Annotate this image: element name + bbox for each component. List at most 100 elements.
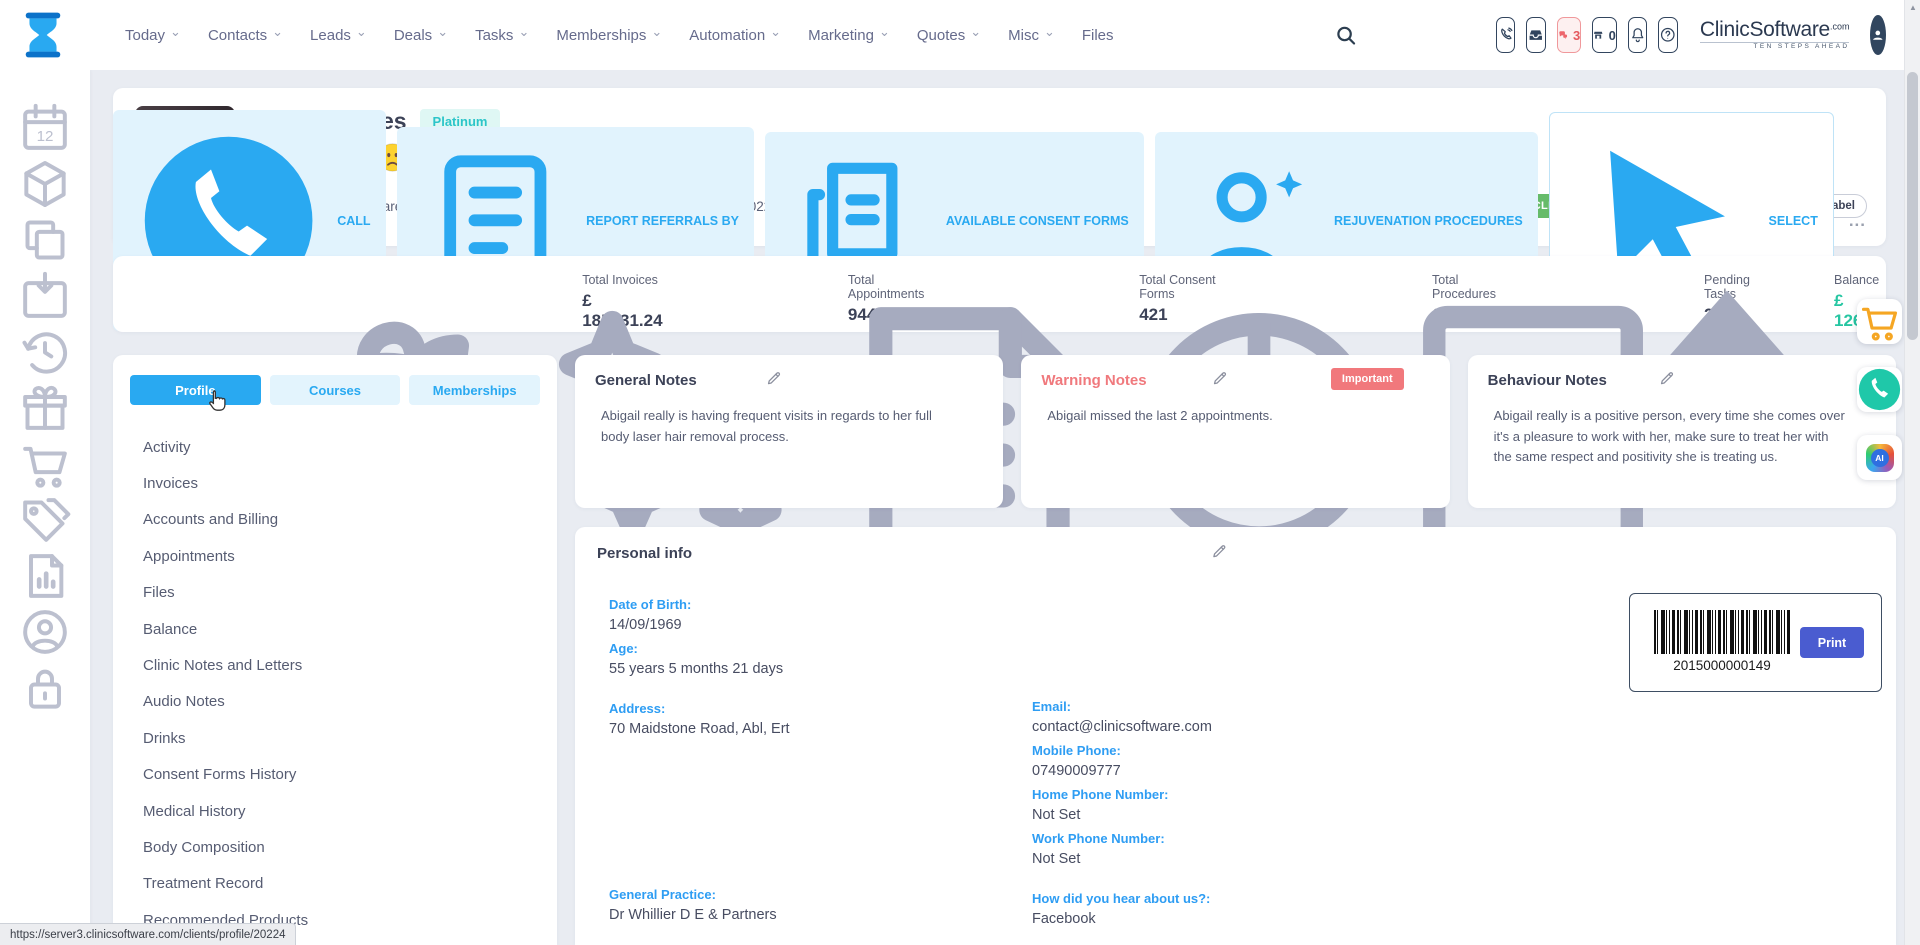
more-options-button[interactable]: ... [1849, 218, 1866, 224]
ai-assistant-button[interactable]: AI [1857, 435, 1902, 480]
report-icon[interactable] [0, 548, 90, 604]
tags-icon[interactable] [0, 492, 90, 548]
print-barcode-button[interactable]: Print [1800, 627, 1864, 658]
action-button-label: REJUVENATION PROCEDURES [1334, 214, 1523, 228]
profile-menu-item[interactable]: Medical History [113, 793, 557, 829]
whatsapp-button[interactable] [1857, 367, 1902, 412]
profile-menu-item[interactable]: Drinks [113, 720, 557, 756]
copy-icon[interactable] [0, 212, 90, 268]
user-avatar-button[interactable] [1870, 15, 1886, 55]
quick-cart-button[interactable] [1857, 299, 1902, 344]
profile-menu-item[interactable]: Treatment Record [113, 866, 557, 902]
nav-menu-item[interactable]: Memberships⌄ [556, 27, 662, 44]
svg-text:12: 12 [37, 128, 54, 145]
scrollbar-thumb[interactable] [1907, 72, 1918, 340]
package-icon[interactable] [0, 156, 90, 212]
profile-menu-item[interactable]: Appointments [113, 538, 557, 574]
nav-menu-label: Quotes [917, 27, 965, 44]
chevron-down-icon: ⌄ [879, 29, 890, 35]
clinicsoftware-hourglass-logo[interactable] [15, 7, 71, 63]
info-field: Email: contact@clinicsoftware.com [1032, 699, 1212, 743]
profile-menu-item[interactable]: Files [113, 575, 557, 611]
profile-menu-item[interactable]: Activity [113, 429, 557, 465]
search-icon[interactable] [1215, 23, 1476, 47]
phone-icon [1497, 26, 1515, 44]
edit-pencil-icon[interactable] [559, 542, 1880, 560]
user-privacy-icon[interactable] [0, 604, 90, 660]
user-icon [1870, 27, 1886, 43]
profile-menu-item[interactable]: Accounts and Billing [113, 502, 557, 538]
calendar-12-icon[interactable]: 12 [0, 100, 90, 156]
client-barcode-box: 2015000000149 Print [1629, 593, 1882, 692]
nav-menu-label: Marketing [808, 27, 874, 44]
inbox-button[interactable] [1526, 17, 1546, 53]
profile-menu-item[interactable]: Balance [113, 611, 557, 647]
shop-button[interactable]: 0 [1592, 17, 1617, 53]
note-body: Abigail really is a positive person, eve… [1488, 406, 1876, 468]
chevron-down-icon: ⌄ [770, 29, 781, 35]
info-field-label: General Practice: [609, 887, 790, 907]
edit-pencil-icon[interactable] [1006, 369, 1434, 387]
brand-suffix: .com [1830, 22, 1850, 32]
dialer-button[interactable] [1496, 17, 1516, 53]
lock-icon[interactable] [0, 660, 90, 716]
clinicsoftware-app: Today⌄ Contacts⌄ Leads⌄ Deals⌄ Tasks⌄ Me… [0, 0, 1920, 945]
info-field: General Practice: Dr Whillier D E & Part… [609, 887, 790, 931]
profile-tab[interactable]: Profile [130, 375, 261, 405]
chevron-down-icon: ⌄ [1044, 29, 1055, 35]
nav-menu-label: Today [125, 27, 165, 44]
nav-menu-item[interactable]: Leads⌄ [310, 27, 367, 44]
nav-menu-item[interactable]: Quotes⌄ [917, 27, 981, 44]
profile-menu-item[interactable]: Invoices [113, 465, 557, 501]
hourglass-logo-icon [15, 7, 71, 63]
action-button-label: AVAILABLE CONSENT FORMS [946, 214, 1129, 228]
shop-count-badge: 0 [1609, 28, 1616, 43]
profile-menu: Activity Invoices Accounts and Billing A… [113, 417, 557, 938]
inbox-icon [1527, 26, 1545, 44]
cart-icon[interactable] [0, 436, 90, 492]
profile-menu-item[interactable]: Body Composition [113, 829, 557, 865]
nav-menu-label: Tasks [475, 27, 513, 44]
edit-pencil-icon[interactable] [1453, 369, 1881, 387]
history-icon[interactable] [0, 324, 90, 380]
calendar-receive-icon[interactable] [0, 268, 90, 324]
action-button-label: REPORT REFERRALS BY [586, 214, 739, 228]
info-field: Address: 70 Maidstone Road, Abl, Ert [609, 701, 790, 745]
help-button[interactable] [1658, 17, 1678, 53]
clinicsoftware-wordmark[interactable]: ClinicSoftware.com TEN STEPS AHEAD [1695, 19, 1850, 51]
info-field-value: 55 years 5 months 21 days [609, 661, 790, 685]
nav-menu-item[interactable]: Contacts⌄ [208, 27, 283, 44]
info-field-value: Dr Whillier D E & Partners [609, 907, 790, 931]
nav-menu-item[interactable]: Misc ⌄ [1008, 27, 1055, 44]
client-header-card: Abigail Jones Platinum [113, 88, 1886, 246]
nav-menu-label: Misc [1008, 27, 1039, 44]
chat-notifications-button[interactable]: 3 [1557, 17, 1582, 53]
nav-menu-item[interactable]: Today⌄ [125, 27, 181, 44]
info-field-label: Address: [609, 701, 790, 721]
nav-menu-item[interactable]: Marketing ⌄ [808, 27, 890, 44]
info-field-value: Not Set [1032, 851, 1212, 875]
edit-pencil-icon[interactable] [560, 369, 988, 387]
note-body: Abigail missed the last 2 appointments. [1041, 406, 1429, 427]
profile-tab[interactable]: Courses [270, 375, 401, 405]
profile-menu-item[interactable]: Consent Forms History [113, 757, 557, 793]
page-scrollbar[interactable]: ▲ [1904, 0, 1920, 945]
profile-menu-item[interactable]: Clinic Notes and Letters [113, 647, 557, 683]
info-field-label: Work Phone Number: [1032, 831, 1212, 851]
personal-info-left-column: Date of Birth: 14/09/1969 Age: 55 years … [609, 597, 790, 931]
brand-name: ClinicSoftware [1700, 18, 1830, 41]
nav-menu-item[interactable]: Tasks⌄ [475, 27, 529, 44]
gift-icon[interactable] [0, 380, 90, 436]
chevron-down-icon: ⌄ [356, 29, 367, 35]
nav-menu-item[interactable]: Deals⌄ [394, 27, 448, 44]
profile-tab[interactable]: Memberships [409, 375, 540, 405]
info-field: Work Phone Number: Not Set [1032, 831, 1212, 875]
scrollbar-up-arrow[interactable]: ▲ [1905, 3, 1920, 12]
info-field-label: Home Phone Number: [1032, 787, 1212, 807]
nav-menu-item[interactable]: Automation⌄ [689, 27, 781, 44]
profile-menu-item[interactable]: Audio Notes [113, 684, 557, 720]
nav-menu-item[interactable]: Files [1082, 27, 1114, 44]
chat-icon [1558, 30, 1568, 40]
notifications-button[interactable] [1628, 17, 1648, 53]
profile-left-panel: Profile Courses Memberships Activity Inv… [113, 355, 557, 945]
